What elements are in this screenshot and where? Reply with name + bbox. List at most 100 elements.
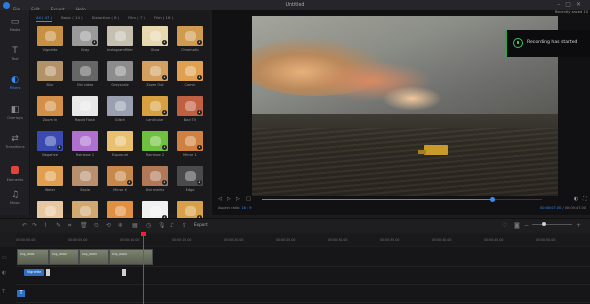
filter-thumbnail[interactable]: ↓ Gray (72, 26, 98, 52)
ruler-tick-label: 00:00:20.00 (224, 238, 244, 242)
download-icon[interactable]: ↓ (197, 180, 202, 185)
filter-thumbnail[interactable]: Sepia (72, 166, 98, 192)
playhead[interactable] (141, 232, 146, 304)
camera-icon[interactable]: ◙ (514, 222, 520, 230)
filter-thumbnail[interactable]: ↓ Edge (177, 166, 203, 192)
filter-thumbnail[interactable]: Old video (72, 61, 98, 87)
filter-chip[interactable] (122, 269, 126, 276)
zoom-slider[interactable] (532, 222, 572, 226)
voice-icon[interactable]: 🎙 (158, 222, 166, 230)
playback-progress[interactable] (262, 197, 542, 202)
export-icon[interactable]: ⇪ (182, 222, 187, 230)
sidebar-item-overlays[interactable]: ◧ Overlays (0, 102, 30, 130)
zoom-in-icon[interactable]: + (576, 222, 581, 230)
filter-thumbnail[interactable]: ↓ Comic (177, 61, 203, 87)
tab-all[interactable]: All ( 47 ) (36, 14, 53, 22)
filter-thumbnail[interactable]: ↓ Bad TV (177, 96, 203, 122)
fullscreen-icon[interactable]: ⛶ (583, 196, 587, 202)
play-icon[interactable]: ▷ (227, 196, 231, 202)
filter-thumbnail[interactable]: ↓ Mirror 1 (177, 131, 203, 157)
download-icon[interactable]: ↓ (127, 180, 132, 185)
split-icon[interactable]: ⌇ (44, 222, 47, 230)
filter-thumbnail[interactable]: Instagramfilter (107, 26, 133, 52)
download-icon[interactable]: ↓ (197, 145, 202, 150)
window-controls[interactable]: –▢✕ (557, 1, 586, 8)
filter-thumbnail[interactable]: ↓ Lenticular (142, 96, 168, 122)
filter-thumbnail[interactable]: Greyscale (107, 61, 133, 87)
delete-icon[interactable]: 🗑 (80, 222, 88, 230)
prev-frame-icon[interactable]: ◁ (218, 196, 222, 202)
download-icon[interactable]: ↓ (197, 75, 202, 80)
sidebar-item-music[interactable]: ♫ Music (0, 187, 30, 215)
filter-thumbnail[interactable]: ↓ Dot matrix (142, 166, 168, 192)
redo-icon[interactable]: ↷ (32, 222, 37, 230)
next-frame-icon[interactable]: ▷ (236, 196, 240, 202)
progress-knob[interactable] (489, 197, 495, 202)
toast-message: Recording has started (527, 40, 578, 45)
filter-thumbnail[interactable]: Rainbow 1 (72, 131, 98, 157)
timeline-ruler[interactable]: 00:00:00.00 00:00:05.00 00:00:10.00 00:00:1… (16, 234, 590, 246)
download-icon[interactable]: ↓ (162, 40, 167, 45)
zoom-knob[interactable] (542, 222, 546, 226)
filter-name: Comic (184, 83, 196, 87)
filter-thumbnail[interactable]: Water (37, 166, 63, 192)
download-icon[interactable]: ↓ (57, 145, 62, 150)
audio-icon[interactable]: ♪ (170, 222, 174, 230)
filter-thumbnail[interactable]: ↓ Mirror X (107, 166, 133, 192)
freeze-icon[interactable]: ❄ (118, 222, 123, 230)
filter-name: Chromatic (181, 48, 199, 52)
filter-thumbnail[interactable]: Rapid Flash (72, 96, 98, 122)
video-clip[interactable]: Clip_0003 (79, 249, 109, 265)
download-icon[interactable]: ↓ (162, 110, 167, 115)
video-track-icon: ▭ (2, 255, 7, 261)
tab-film-2[interactable]: Film ( 18 ) (154, 14, 173, 22)
video-clip[interactable]: Clip_0004 (109, 249, 153, 265)
filter-thumbnail[interactable]: Blur (37, 61, 63, 87)
snapshot-icon[interactable]: ◐ (574, 196, 578, 202)
undo-icon[interactable]: ↶ (22, 222, 27, 230)
video-clip[interactable]: Clip_0002 (49, 249, 79, 265)
crop-icon[interactable]: ⌗ (68, 222, 71, 230)
tab-distortion[interactable]: Distortion ( 8 ) (92, 14, 120, 22)
filter-thumbnail[interactable]: ↓ Glow (142, 26, 168, 52)
filter-thumbnail[interactable]: ↓ Rainbow 2 (142, 131, 168, 157)
sidebar-item-text[interactable]: T Text (0, 43, 30, 71)
filter-thumbnail[interactable]: Vignette (37, 26, 63, 52)
filter-name: Zoom In (42, 118, 58, 122)
sidebar-item-elements[interactable]: Elements (0, 159, 30, 187)
download-icon[interactable]: ↓ (162, 180, 167, 185)
filter-preview-image (107, 96, 133, 116)
filter-chip[interactable] (46, 269, 50, 276)
tab-basic[interactable]: Basic ( 14 ) (61, 14, 82, 22)
zoom-out-icon[interactable]: − (524, 222, 529, 230)
sidebar-item-media[interactable]: ▭ Media (0, 14, 30, 42)
filter-thumbnail[interactable]: ↓ Chromatic (177, 26, 203, 52)
speed-icon[interactable]: ⏲ (94, 222, 99, 230)
filter-name: Edge (185, 188, 195, 192)
stop-icon[interactable]: □ (246, 196, 251, 202)
tab-film[interactable]: Film ( 7 ) (128, 14, 145, 22)
sidebar-item-transitions[interactable]: ⇄ Transitions (0, 131, 30, 159)
mosaic-icon[interactable]: ▦ (132, 222, 138, 230)
filter-thumbnail[interactable]: Glitch (107, 96, 133, 122)
filter-thumbnail[interactable]: ↓ Zoom Out (142, 61, 168, 87)
text-clip[interactable]: T (17, 290, 25, 297)
download-icon[interactable]: ↓ (162, 75, 167, 80)
rotate-icon[interactable]: ⟲ (106, 222, 111, 230)
sidebar-item-filters[interactable]: ◐ Filters (0, 72, 30, 100)
aspect-ratio[interactable]: Aspect ratio: 16 : 9 (218, 206, 251, 210)
video-clip[interactable]: Clip_0001 (17, 249, 49, 265)
download-icon[interactable]: ↓ (197, 110, 202, 115)
download-icon[interactable]: ↓ (92, 40, 97, 45)
filter-thumbnail[interactable]: Zoom In (37, 96, 63, 122)
fx-track-icon: ◐ (2, 270, 7, 276)
download-icon[interactable]: ↓ (197, 40, 202, 45)
vignette-filter-chip[interactable]: Vignette (24, 269, 44, 276)
download-icon[interactable]: ↓ (162, 145, 167, 150)
heart-icon[interactable]: ♡ (502, 222, 507, 230)
export-button[interactable]: Export (194, 222, 208, 227)
filter-thumbnail[interactable]: ↓ Negative (37, 131, 63, 157)
edit-icon[interactable]: ✎ (56, 222, 61, 230)
timer-icon[interactable]: ◷ (146, 222, 151, 230)
filter-thumbnail[interactable]: Exposure (107, 131, 133, 157)
